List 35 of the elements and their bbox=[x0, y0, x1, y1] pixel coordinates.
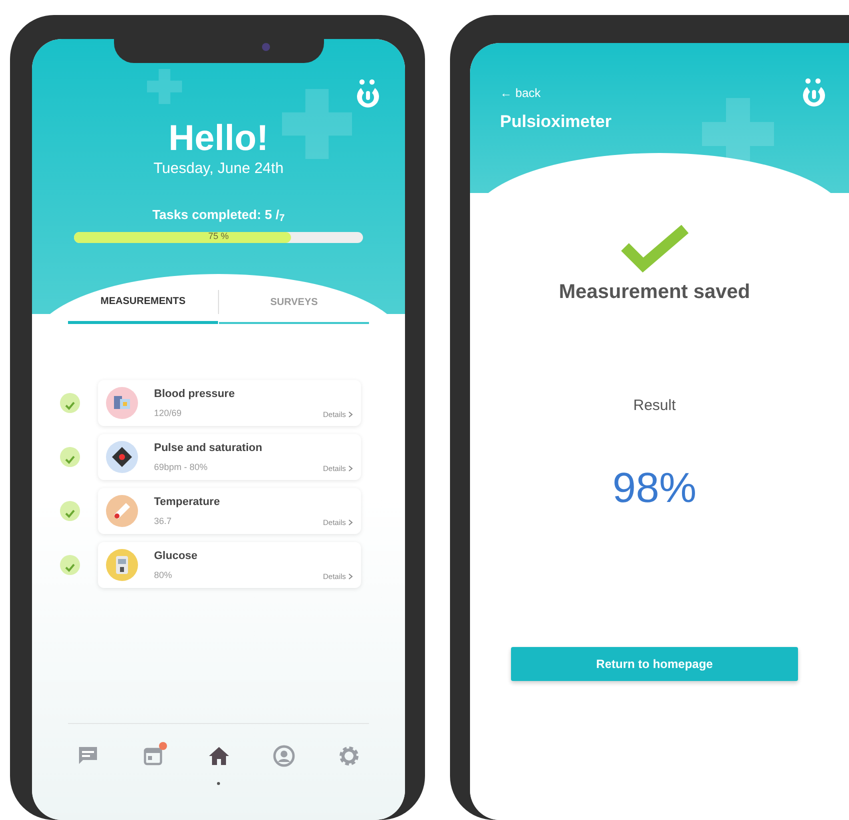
measurement-value: 80% bbox=[154, 568, 174, 582]
back-link[interactable]: ← back bbox=[500, 84, 541, 102]
monitor-icon bbox=[106, 387, 138, 419]
tab[interactable]: MEASUREMENTS bbox=[68, 282, 218, 324]
gear-icon bbox=[337, 744, 361, 768]
checkmark-icon bbox=[620, 225, 688, 273]
measurement-value: 69bpm - 80% bbox=[154, 460, 209, 474]
thermometer-icon bbox=[106, 495, 138, 527]
profile-icon bbox=[272, 744, 296, 768]
measurement-value: 120/69 bbox=[154, 406, 183, 420]
measurement-title: Temperature bbox=[154, 495, 220, 510]
meter-icon bbox=[106, 549, 138, 581]
greeting-title: Hello! bbox=[168, 117, 268, 158]
date-text: Tuesday, June 24th bbox=[152, 159, 285, 180]
home-indicator bbox=[217, 782, 220, 785]
chevron-icon bbox=[348, 411, 353, 418]
tasks-label: Tasks completed: 5 /$_{7}$ bbox=[151, 206, 286, 224]
chevron-icon bbox=[348, 465, 353, 472]
sensor-icon bbox=[106, 441, 138, 473]
camera-dot bbox=[262, 43, 270, 51]
screen-title: Pulsioximeter bbox=[500, 111, 612, 133]
status-title: Measurement saved bbox=[558, 280, 750, 305]
result-value: 98% bbox=[612, 462, 697, 512]
measurement-title: Blood pressure bbox=[154, 387, 235, 402]
plus-icon bbox=[282, 89, 352, 159]
progress-label: 75 % bbox=[208, 231, 229, 242]
chevron-icon bbox=[348, 573, 353, 580]
result-label: Result bbox=[633, 396, 676, 416]
measurement-title: Pulse and saturation bbox=[154, 441, 262, 456]
measurement-title: Glucose bbox=[154, 549, 198, 564]
measurement-value: 36.7 bbox=[154, 514, 173, 528]
plus-icon bbox=[147, 69, 182, 104]
chevron-icon bbox=[348, 519, 353, 526]
tab[interactable]: SURVEYS bbox=[219, 282, 369, 324]
return-button[interactable]: Return to homepage bbox=[511, 646, 798, 680]
